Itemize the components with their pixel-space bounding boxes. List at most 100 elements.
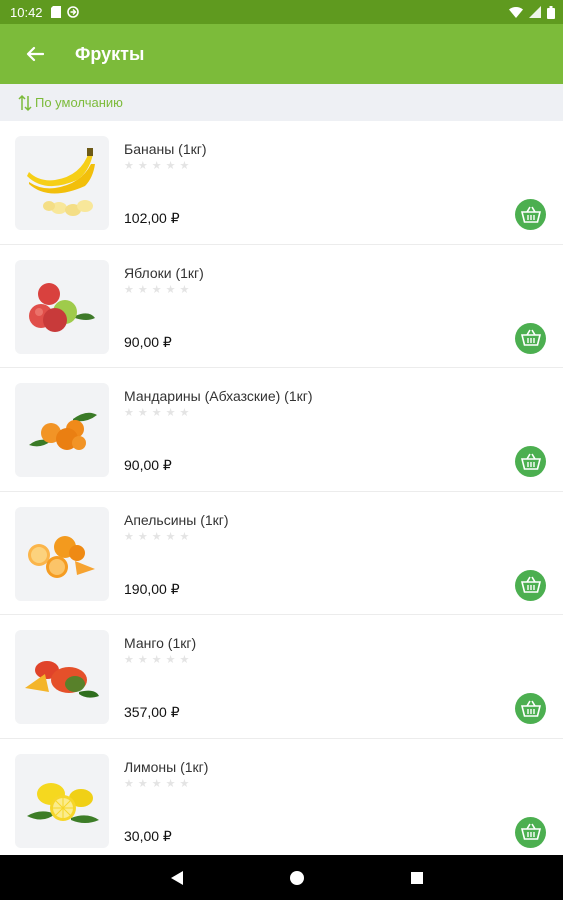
- orange-image: [28, 535, 95, 578]
- nav-recents-button[interactable]: [372, 855, 462, 900]
- star-icon: ★: [137, 407, 148, 419]
- product-thumbnail: [15, 753, 109, 848]
- product-name: Манго (1кг): [124, 635, 197, 651]
- page-title: Фрукты: [75, 43, 145, 64]
- product-thumbnail: [15, 383, 109, 477]
- star-icon: ★: [137, 160, 148, 172]
- product-item[interactable]: Бананы (1кг) ★ ★ ★ ★ ★ 102,00 ₽: [0, 121, 563, 245]
- star-icon: ★: [165, 160, 176, 172]
- add-to-cart-button[interactable]: [515, 322, 546, 354]
- sd-card-icon: [50, 6, 61, 18]
- star-icon: ★: [165, 654, 176, 666]
- product-price: 30,00 ₽: [124, 827, 172, 844]
- basket-icon: [520, 329, 541, 346]
- star-icon: ★: [137, 530, 148, 543]
- add-to-cart-button[interactable]: [515, 816, 546, 848]
- mandarin-image: [29, 412, 97, 450]
- product-item[interactable]: Мандарины (Абхазские) (1кг) ★ ★ ★ ★ ★ 90,00 …: [0, 368, 563, 492]
- rating-stars: ★ ★ ★ ★ ★: [124, 283, 190, 296]
- product-price: 190,00 ₽: [124, 580, 180, 597]
- star-icon: ★: [137, 777, 148, 790]
- triangle-back-icon: [170, 870, 183, 885]
- star-icon: ★: [179, 407, 190, 419]
- star-icon: ★: [151, 283, 162, 296]
- star-icon: ★: [151, 407, 162, 419]
- basket-icon: [520, 823, 541, 840]
- product-price: 90,00 ₽: [124, 457, 172, 473]
- add-to-cart-button[interactable]: [515, 199, 546, 230]
- star-icon: ★: [137, 654, 148, 666]
- sort-bar: По умолчанию: [0, 84, 563, 121]
- star-icon: ★: [179, 654, 190, 666]
- star-icon: ★: [179, 530, 190, 543]
- add-to-cart-button[interactable]: [515, 569, 546, 601]
- star-icon: ★: [151, 530, 162, 543]
- product-price: 357,00 ₽: [124, 704, 180, 720]
- add-to-cart-button[interactable]: [515, 446, 546, 477]
- star-icon: ★: [165, 407, 176, 419]
- star-icon: ★: [124, 407, 134, 419]
- sort-button[interactable]: По умолчанию: [18, 94, 123, 112]
- rating-stars: ★ ★ ★ ★ ★: [124, 408, 189, 419]
- star-icon: ★: [151, 777, 162, 790]
- nav-home-button[interactable]: [252, 855, 342, 900]
- star-icon: ★: [151, 654, 162, 666]
- star-icon: ★: [124, 654, 134, 666]
- app-bar: Фрукты: [0, 24, 563, 84]
- status-bar: 10:42: [0, 0, 563, 24]
- square-recents-icon: [410, 871, 423, 884]
- signal-icon: [529, 6, 541, 18]
- rating-stars: ★ ★ ★ ★ ★: [124, 530, 190, 543]
- sync-icon: [66, 6, 79, 18]
- product-thumbnail: [15, 506, 109, 601]
- star-icon: ★: [124, 160, 134, 172]
- nav-back-button[interactable]: [132, 855, 222, 900]
- product-price: 90,00 ₽: [124, 333, 172, 350]
- product-item[interactable]: Манго (1кг) ★ ★ ★ ★ ★ 357,00 ₽: [0, 615, 563, 739]
- product-name: Мандарины (Абхазские) (1кг): [124, 388, 313, 404]
- product-price: 102,00 ₽: [124, 210, 180, 226]
- product-name: Апельсины (1кг): [124, 511, 229, 528]
- product-item[interactable]: Апельсины (1кг) ★ ★ ★ ★ ★ 190,00 ₽: [0, 492, 563, 615]
- star-icon: ★: [151, 160, 162, 172]
- rating-stars: ★ ★ ★ ★ ★: [124, 655, 189, 666]
- arrow-left-icon: [26, 46, 44, 62]
- star-icon: ★: [165, 777, 176, 790]
- basket-icon: [520, 453, 541, 470]
- product-name: Яблоки (1кг): [124, 264, 204, 281]
- apple-image: [29, 282, 95, 332]
- circle-home-icon: [289, 870, 304, 885]
- navigation-bar: [0, 855, 563, 900]
- rating-stars: ★ ★ ★ ★ ★: [124, 161, 189, 172]
- star-icon: ★: [124, 777, 134, 790]
- status-time: 10:42: [10, 4, 43, 20]
- star-icon: ★: [179, 777, 190, 790]
- star-icon: ★: [179, 160, 190, 172]
- sort-icon: [18, 94, 32, 111]
- product-item[interactable]: Лимоны (1кг) ★ ★ ★ ★ ★ 30,00 ₽: [0, 739, 563, 856]
- back-button[interactable]: [23, 42, 47, 66]
- star-icon: ★: [124, 530, 134, 543]
- battery-icon: [547, 5, 555, 19]
- product-item[interactable]: Яблоки (1кг) ★ ★ ★ ★ ★ 90,00 ₽: [0, 245, 563, 368]
- banana-image: [27, 148, 95, 216]
- star-icon: ★: [179, 283, 190, 296]
- basket-icon: [520, 700, 541, 717]
- sort-label: По умолчанию: [35, 95, 123, 110]
- rating-stars: ★ ★ ★ ★ ★: [124, 777, 190, 790]
- basket-icon: [520, 206, 541, 223]
- star-icon: ★: [165, 283, 176, 296]
- add-to-cart-button[interactable]: [515, 693, 546, 724]
- product-thumbnail: [15, 630, 109, 724]
- basket-icon: [520, 576, 541, 593]
- product-thumbnail: [15, 136, 109, 230]
- star-icon: ★: [137, 283, 148, 296]
- star-icon: ★: [124, 283, 134, 296]
- product-name: Лимоны (1кг): [124, 758, 209, 775]
- star-icon: ★: [165, 530, 176, 543]
- lemon-image: [27, 782, 99, 823]
- mango-image: [25, 661, 99, 698]
- wifi-icon: [509, 6, 523, 18]
- product-thumbnail: [15, 259, 109, 354]
- product-list: Бананы (1кг) ★ ★ ★ ★ ★ 102,00 ₽ Яблоки (1кг)…: [0, 121, 563, 855]
